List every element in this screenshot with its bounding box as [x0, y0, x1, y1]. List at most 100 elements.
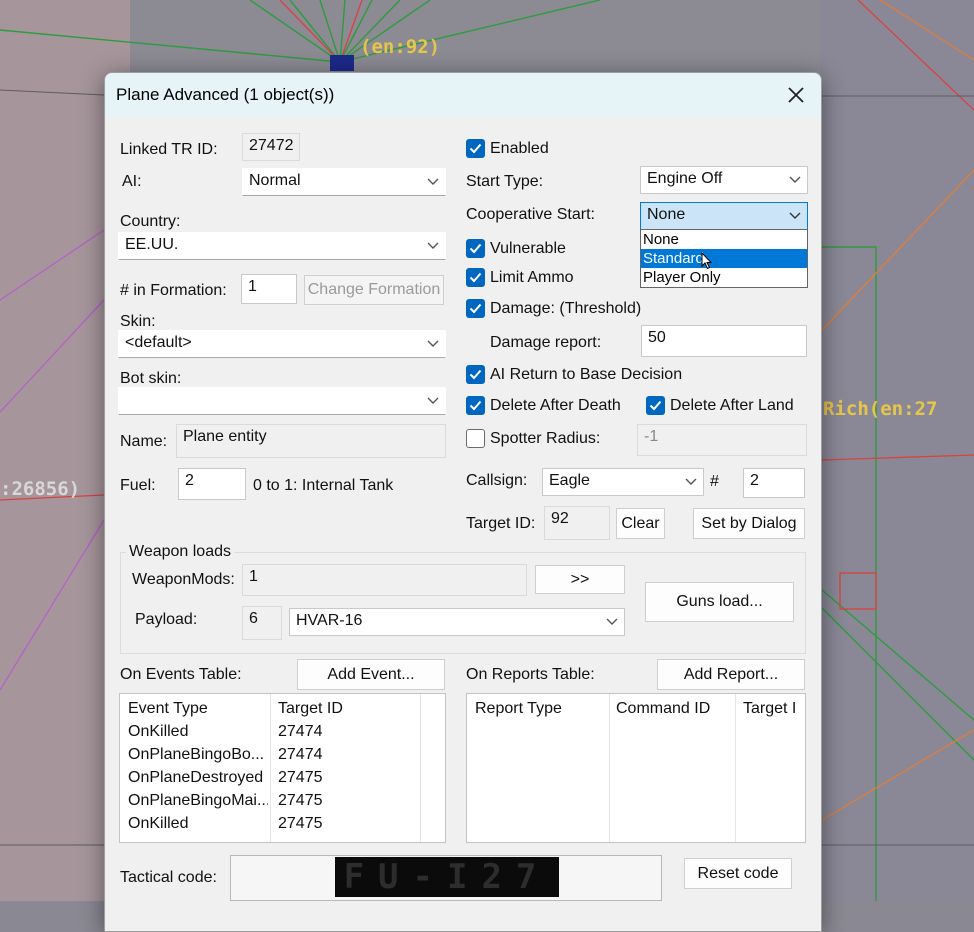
add-event-button[interactable]: Add Event...	[297, 659, 445, 690]
chevron-down-icon	[789, 212, 801, 219]
enabled-label: Enabled	[490, 139, 549, 157]
payload-number-field: 6	[242, 606, 282, 640]
ai-select[interactable]: Normal	[242, 168, 446, 196]
chevron-down-icon	[427, 242, 439, 249]
coop-start-label: Cooperative Start:	[466, 206, 595, 223]
start-type-select[interactable]: Engine Off	[640, 166, 808, 194]
weapon-loads-label: Weapon loads	[126, 543, 234, 561]
chevron-down-icon	[606, 618, 618, 625]
enabled-checkbox[interactable]: Enabled	[466, 139, 549, 158]
events-col-event-type[interactable]: Event Type	[128, 700, 208, 718]
spotter-radius-checkbox[interactable]: Spotter Radius:	[466, 429, 600, 448]
callsign-select[interactable]: Eagle	[542, 468, 704, 496]
spotter-radius-label: Spotter Radius:	[490, 429, 601, 447]
name-field[interactable]: Plane entity	[176, 424, 446, 458]
fuel-hint: 0 to 1: Internal Tank	[253, 477, 394, 494]
target-id-label: Target ID:	[466, 515, 536, 532]
tactical-code-text: FU-I27	[343, 857, 551, 897]
events-col-target-id[interactable]: Target ID	[278, 700, 343, 718]
chevron-down-icon	[685, 478, 697, 485]
chevron-down-icon	[427, 178, 439, 185]
name-label: Name:	[120, 433, 168, 450]
clear-target-button[interactable]: Clear	[616, 508, 665, 539]
country-label: Country:	[120, 213, 181, 230]
coop-start-select[interactable]: None	[640, 202, 808, 230]
skin-select[interactable]: <default>	[118, 330, 446, 358]
delete-after-death-checkbox[interactable]: Delete After Death	[466, 396, 621, 415]
event-row-type[interactable]: OnPlaneBingoBo...	[128, 746, 268, 764]
reset-code-button[interactable]: Reset code	[684, 858, 792, 889]
event-row-target[interactable]: 27474	[278, 723, 323, 741]
map-label-left: :26856)	[0, 478, 81, 500]
events-table: Event Type Target ID OnKilled 27474 OnPl…	[119, 693, 446, 843]
formation-field[interactable]: 1	[241, 274, 297, 304]
event-row-type[interactable]: OnPlaneDestroyed	[128, 769, 268, 787]
payload-label: Payload:	[135, 611, 198, 628]
checkbox-check-icon	[466, 139, 485, 158]
payload-select[interactable]: HVAR-16	[289, 608, 625, 636]
linked-tr-id-label: Linked TR ID:	[120, 141, 218, 158]
coop-start-dropdown: None Standard Player Only	[640, 229, 808, 288]
column-divider	[609, 694, 610, 842]
chevron-down-icon	[789, 176, 801, 183]
damage-report-label: Damage report:	[490, 334, 602, 351]
formation-label: # in Formation:	[120, 282, 227, 299]
checkbox-check-icon	[466, 268, 485, 287]
map-label-right: Rich(en:27	[823, 398, 938, 420]
event-row-target[interactable]: 27475	[278, 792, 323, 810]
chevron-down-icon	[427, 340, 439, 347]
tactical-code-image: FU-I27	[335, 857, 559, 897]
vulnerable-checkbox[interactable]: Vulnerable	[466, 239, 566, 258]
event-row-type[interactable]: OnKilled	[128, 815, 268, 833]
delete-after-land-checkbox[interactable]: Delete After Land	[646, 396, 794, 415]
coop-option-none[interactable]: None	[641, 230, 807, 249]
start-type-label: Start Type:	[466, 173, 544, 190]
linked-tr-id-field: 27472	[242, 133, 300, 161]
event-row-target[interactable]: 27475	[278, 815, 323, 833]
skin-select-value: <default>	[125, 334, 192, 351]
limit-ammo-label: Limit Ammo	[490, 268, 574, 286]
bot-skin-select[interactable]	[118, 387, 446, 415]
weaponmods-more-button[interactable]: >>	[535, 565, 625, 594]
country-select[interactable]: EE.UU.	[118, 232, 446, 260]
reports-table: Report Type Command ID Target I	[466, 693, 806, 843]
reports-col-report-type[interactable]: Report Type	[475, 700, 562, 718]
country-select-value: EE.UU.	[125, 236, 179, 253]
add-report-button[interactable]: Add Report...	[657, 659, 805, 690]
reports-col-target-id[interactable]: Target I	[743, 700, 796, 718]
spotter-radius-field[interactable]: -1	[637, 424, 807, 456]
event-row-target[interactable]: 27475	[278, 769, 323, 787]
coop-option-player-only[interactable]: Player Only	[641, 268, 807, 287]
column-divider	[270, 694, 271, 842]
vulnerable-label: Vulnerable	[490, 239, 566, 257]
change-formation-button[interactable]: Change Formation	[304, 275, 444, 305]
target-id-field: 92	[544, 506, 610, 540]
checkbox-check-icon	[466, 239, 485, 258]
checkbox-check-icon	[466, 299, 485, 318]
checkbox-check-icon	[466, 365, 485, 384]
callsign-number-field[interactable]: 2	[743, 468, 805, 498]
close-button[interactable]	[771, 73, 821, 117]
ai-return-label: AI Return to Base Decision	[490, 365, 683, 383]
coop-option-standard[interactable]: Standard	[641, 249, 807, 268]
window-title: Plane Advanced (1 object(s))	[116, 85, 335, 104]
damage-report-field[interactable]: 50	[641, 325, 807, 357]
ai-return-checkbox[interactable]: AI Return to Base Decision	[466, 365, 682, 384]
weaponmods-label: WeaponMods:	[132, 571, 235, 588]
event-row-type[interactable]: OnKilled	[128, 723, 268, 741]
start-type-value: Engine Off	[647, 170, 723, 187]
weaponmods-field[interactable]: 1	[242, 564, 527, 596]
event-row-target[interactable]: 27474	[278, 746, 323, 764]
bot-skin-label: Bot skin:	[120, 370, 182, 387]
limit-ammo-checkbox[interactable]: Limit Ammo	[466, 268, 574, 287]
damage-label: Damage: (Threshold)	[490, 299, 642, 317]
damage-checkbox[interactable]: Damage: (Threshold)	[466, 299, 641, 318]
reports-col-command-id[interactable]: Command ID	[616, 700, 710, 718]
fuel-field[interactable]: 2	[178, 468, 246, 500]
set-by-dialog-button[interactable]: Set by Dialog	[693, 508, 805, 539]
ai-select-value: Normal	[249, 172, 301, 189]
events-table-label: On Events Table:	[120, 666, 242, 683]
checkbox-check-icon	[646, 396, 665, 415]
guns-load-button[interactable]: Guns load...	[645, 582, 794, 622]
event-row-type[interactable]: OnPlaneBingoMai...	[128, 792, 268, 810]
